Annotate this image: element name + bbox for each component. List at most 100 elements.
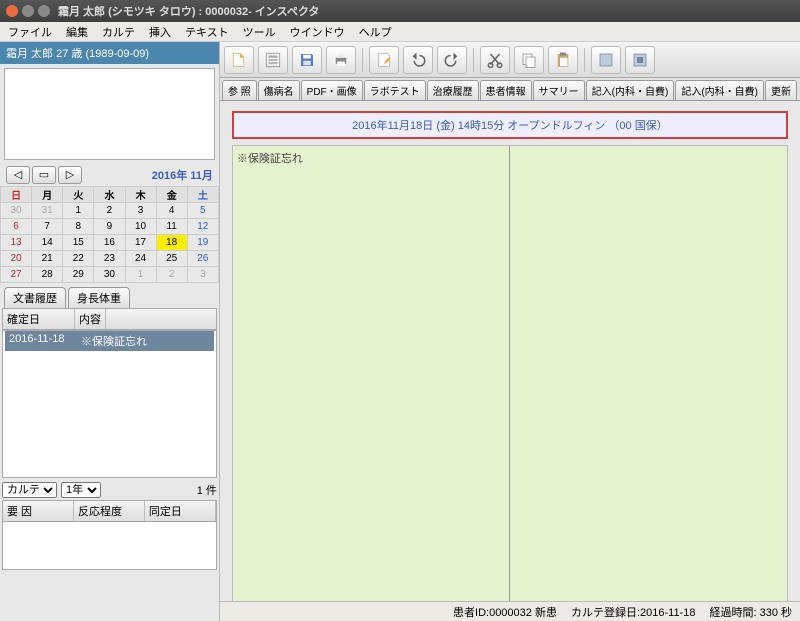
cut-icon[interactable] bbox=[480, 46, 510, 74]
record-tabs: 参 照 傷病名 PDF・画像 ラボテスト 治療履歴 患者情報 サマリー 記入(内… bbox=[220, 78, 800, 101]
tab-treatment[interactable]: 治療履歴 bbox=[427, 80, 479, 100]
cal-day[interactable]: 19 bbox=[187, 235, 218, 251]
tab-entry2[interactable]: 記入(内科・自費) bbox=[675, 80, 764, 100]
cal-day[interactable]: 2 bbox=[156, 267, 187, 283]
toolbar bbox=[220, 42, 800, 78]
menu-window[interactable]: ウインドウ bbox=[286, 22, 349, 42]
attach2-icon[interactable] bbox=[625, 46, 655, 74]
cal-day[interactable]: 3 bbox=[187, 267, 218, 283]
cal-day[interactable]: 1 bbox=[125, 267, 156, 283]
cal-day[interactable]: 9 bbox=[94, 219, 125, 235]
cal-day[interactable]: 29 bbox=[63, 267, 94, 283]
stamp-icon[interactable] bbox=[258, 46, 288, 74]
calendar[interactable]: 日 月 火 水 木 金 土 30311234567891011121314151… bbox=[0, 186, 219, 283]
history-row[interactable]: 2016-11-18 ※保険証忘れ bbox=[5, 331, 214, 351]
window-buttons bbox=[6, 5, 50, 17]
save-icon[interactable] bbox=[292, 46, 322, 74]
tab-labtest[interactable]: ラボテスト bbox=[364, 80, 426, 100]
cal-day[interactable]: 3 bbox=[125, 203, 156, 219]
cal-day[interactable]: 2 bbox=[94, 203, 125, 219]
cal-day[interactable]: 13 bbox=[1, 235, 32, 251]
cal-next-button[interactable]: ▷ bbox=[58, 166, 82, 184]
copy-icon[interactable] bbox=[514, 46, 544, 74]
cal-day[interactable]: 15 bbox=[63, 235, 94, 251]
history-list[interactable]: 2016-11-18 ※保険証忘れ bbox=[2, 330, 217, 478]
tab-patient-info[interactable]: 患者情報 bbox=[480, 80, 532, 100]
factor-col3: 同定日 bbox=[145, 501, 216, 521]
cal-day[interactable]: 30 bbox=[94, 267, 125, 283]
cal-day[interactable]: 1 bbox=[63, 203, 94, 219]
dow-mon: 月 bbox=[32, 187, 63, 203]
tab-doc-history[interactable]: 文書履歴 bbox=[4, 287, 66, 308]
cal-day[interactable]: 12 bbox=[187, 219, 218, 235]
cal-day[interactable]: 22 bbox=[63, 251, 94, 267]
cal-day[interactable]: 28 bbox=[32, 267, 63, 283]
cal-day[interactable]: 8 bbox=[63, 219, 94, 235]
dow-sun: 日 bbox=[1, 187, 32, 203]
cal-day[interactable]: 23 bbox=[94, 251, 125, 267]
status-reg: カルテ登録日:2016-11-18 bbox=[571, 604, 696, 620]
karte-plan-pane[interactable] bbox=[509, 146, 787, 601]
tab-summary[interactable]: サマリー bbox=[533, 80, 585, 100]
menu-tool[interactable]: ツール bbox=[239, 22, 280, 42]
cal-day[interactable]: 14 bbox=[32, 235, 63, 251]
menu-help[interactable]: ヘルプ bbox=[355, 22, 396, 42]
history-col-content: 内容 bbox=[75, 309, 106, 329]
close-icon[interactable] bbox=[6, 5, 18, 17]
cal-day[interactable]: 20 bbox=[1, 251, 32, 267]
window-title: 霜月 太郎 (シモツキ タロウ) : 0000032- インスペクタ bbox=[58, 3, 319, 19]
redo-icon[interactable] bbox=[437, 46, 467, 74]
maximize-icon[interactable] bbox=[38, 5, 50, 17]
cal-day[interactable]: 24 bbox=[125, 251, 156, 267]
menu-edit[interactable]: 編集 bbox=[62, 22, 92, 42]
filter-type-select[interactable]: カルテ bbox=[2, 482, 57, 498]
factor-col1: 要 因 bbox=[3, 501, 74, 521]
menu-karte[interactable]: カルテ bbox=[98, 22, 139, 42]
status-bar: 患者ID:0000032 新患 カルテ登録日:2016-11-18 経過時間: … bbox=[220, 601, 800, 621]
filter-period-select[interactable]: 1年 bbox=[61, 482, 101, 498]
menu-text[interactable]: テキスト bbox=[181, 22, 233, 42]
karte-note: ※保険証忘れ bbox=[237, 153, 303, 165]
tab-pdf-image[interactable]: PDF・画像 bbox=[301, 80, 363, 100]
paste-icon[interactable] bbox=[548, 46, 578, 74]
calendar-nav: ◁ ▭ ▷ 2016年 11月 bbox=[0, 164, 219, 186]
cal-day[interactable]: 11 bbox=[156, 219, 187, 235]
tab-update[interactable]: 更新 bbox=[765, 80, 797, 100]
cal-day[interactable]: 26 bbox=[187, 251, 218, 267]
note-icon[interactable] bbox=[369, 46, 399, 74]
menu-insert[interactable]: 挿入 bbox=[145, 22, 175, 42]
attach1-icon[interactable] bbox=[591, 46, 621, 74]
cal-day[interactable]: 25 bbox=[156, 251, 187, 267]
tab-disease[interactable]: 傷病名 bbox=[258, 80, 300, 100]
factor-list[interactable] bbox=[2, 522, 217, 570]
tab-entry1[interactable]: 記入(内科・自費) bbox=[586, 80, 675, 100]
karte-body: ※保険証忘れ bbox=[232, 145, 788, 601]
cal-day[interactable]: 4 bbox=[156, 203, 187, 219]
preview-pane bbox=[4, 68, 215, 160]
cal-day[interactable]: 30 bbox=[1, 203, 32, 219]
cal-day[interactable]: 27 bbox=[1, 267, 32, 283]
cal-stop-button[interactable]: ▭ bbox=[32, 166, 56, 184]
factor-col2: 反応程度 bbox=[74, 501, 145, 521]
cal-day[interactable]: 21 bbox=[32, 251, 63, 267]
cal-day[interactable]: 5 bbox=[187, 203, 218, 219]
print-icon[interactable] bbox=[326, 46, 356, 74]
cal-day[interactable]: 16 bbox=[94, 235, 125, 251]
cal-day[interactable]: 31 bbox=[32, 203, 63, 219]
filters: カルテ 1年 1 件 要 因 反応程度 同定日 bbox=[2, 482, 217, 570]
cal-day[interactable]: 18 bbox=[156, 235, 187, 251]
new-doc-icon[interactable] bbox=[224, 46, 254, 74]
minimize-icon[interactable] bbox=[22, 5, 34, 17]
dow-tue: 火 bbox=[63, 187, 94, 203]
menu-file[interactable]: ファイル bbox=[4, 22, 56, 42]
undo-icon[interactable] bbox=[403, 46, 433, 74]
tab-height-weight[interactable]: 身長体重 bbox=[68, 287, 130, 308]
karte-soa-pane[interactable]: ※保険証忘れ bbox=[233, 146, 510, 601]
cal-prev-button[interactable]: ◁ bbox=[6, 166, 30, 184]
status-elapsed: 経過時間: 330 秒 bbox=[709, 604, 792, 620]
cal-day[interactable]: 17 bbox=[125, 235, 156, 251]
tab-reference[interactable]: 参 照 bbox=[222, 80, 257, 100]
cal-day[interactable]: 6 bbox=[1, 219, 32, 235]
cal-day[interactable]: 10 bbox=[125, 219, 156, 235]
cal-day[interactable]: 7 bbox=[32, 219, 63, 235]
